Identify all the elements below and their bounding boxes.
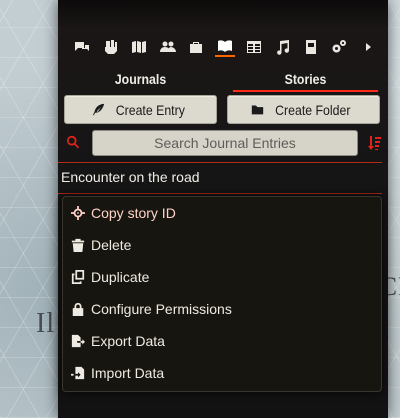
tab-stories[interactable]: Stories (232, 68, 379, 92)
suitcase-icon[interactable] (186, 37, 206, 57)
table-icon[interactable] (244, 37, 264, 57)
menu-item-label: Copy story ID (91, 205, 176, 221)
menu-item-label: Duplicate (91, 269, 150, 285)
subtab-bar: Journals Stories (58, 68, 388, 92)
sidebar-tab-icons (72, 36, 378, 58)
menu-item-label: Delete (91, 237, 132, 253)
search-icon (66, 135, 82, 151)
chevron-right-icon[interactable] (358, 37, 378, 57)
journal-entry[interactable]: Encounter on the road (61, 169, 200, 185)
crosshair-icon (71, 205, 85, 221)
create-folder-label: Create Folder (275, 101, 351, 118)
menu-item-copy-story-id[interactable]: Copy story ID (63, 197, 381, 229)
copy-icon (71, 269, 85, 285)
divider (58, 193, 382, 194)
create-folder-button[interactable]: Create Folder (227, 95, 380, 124)
file-export-icon (71, 333, 85, 349)
folder-icon (252, 105, 264, 115)
compendium-icon[interactable] (301, 37, 321, 57)
map-text-fragment-left: Il (36, 308, 56, 339)
panel-top-shadow (58, 0, 388, 30)
menu-item-label: Import Data (91, 365, 165, 381)
menu-item-label: Configure Permissions (91, 301, 232, 317)
dice-icon[interactable] (101, 37, 121, 57)
sort-icon[interactable] (366, 135, 382, 151)
chat-icon[interactable] (72, 37, 92, 57)
book-icon[interactable] (214, 37, 235, 57)
music-icon[interactable] (272, 37, 292, 57)
map-icon[interactable] (129, 37, 149, 57)
menu-item-import-data[interactable]: Import Data (63, 357, 381, 389)
feather-icon (92, 103, 104, 116)
menu-item-duplicate[interactable]: Duplicate (63, 261, 381, 293)
context-menu: Copy story ID Delete Duplicate Configure… (62, 196, 382, 392)
tab-journals[interactable]: Journals (68, 68, 213, 92)
file-import-icon (71, 365, 85, 381)
action-buttons: Create Entry Create Folder (64, 95, 380, 124)
search-input[interactable] (92, 130, 358, 156)
menu-item-configure-permissions[interactable]: Configure Permissions (63, 293, 381, 325)
create-entry-label: Create Entry (115, 101, 185, 118)
create-entry-button[interactable]: Create Entry (64, 95, 217, 124)
search-row (64, 130, 382, 156)
users-icon[interactable] (158, 37, 178, 57)
divider (58, 162, 382, 163)
menu-item-delete[interactable]: Delete (63, 229, 381, 261)
lock-icon (71, 301, 85, 317)
trash-icon (71, 237, 85, 253)
settings-icon[interactable] (329, 37, 349, 57)
menu-item-export-data[interactable]: Export Data (63, 325, 381, 357)
menu-item-label: Export Data (91, 333, 165, 349)
